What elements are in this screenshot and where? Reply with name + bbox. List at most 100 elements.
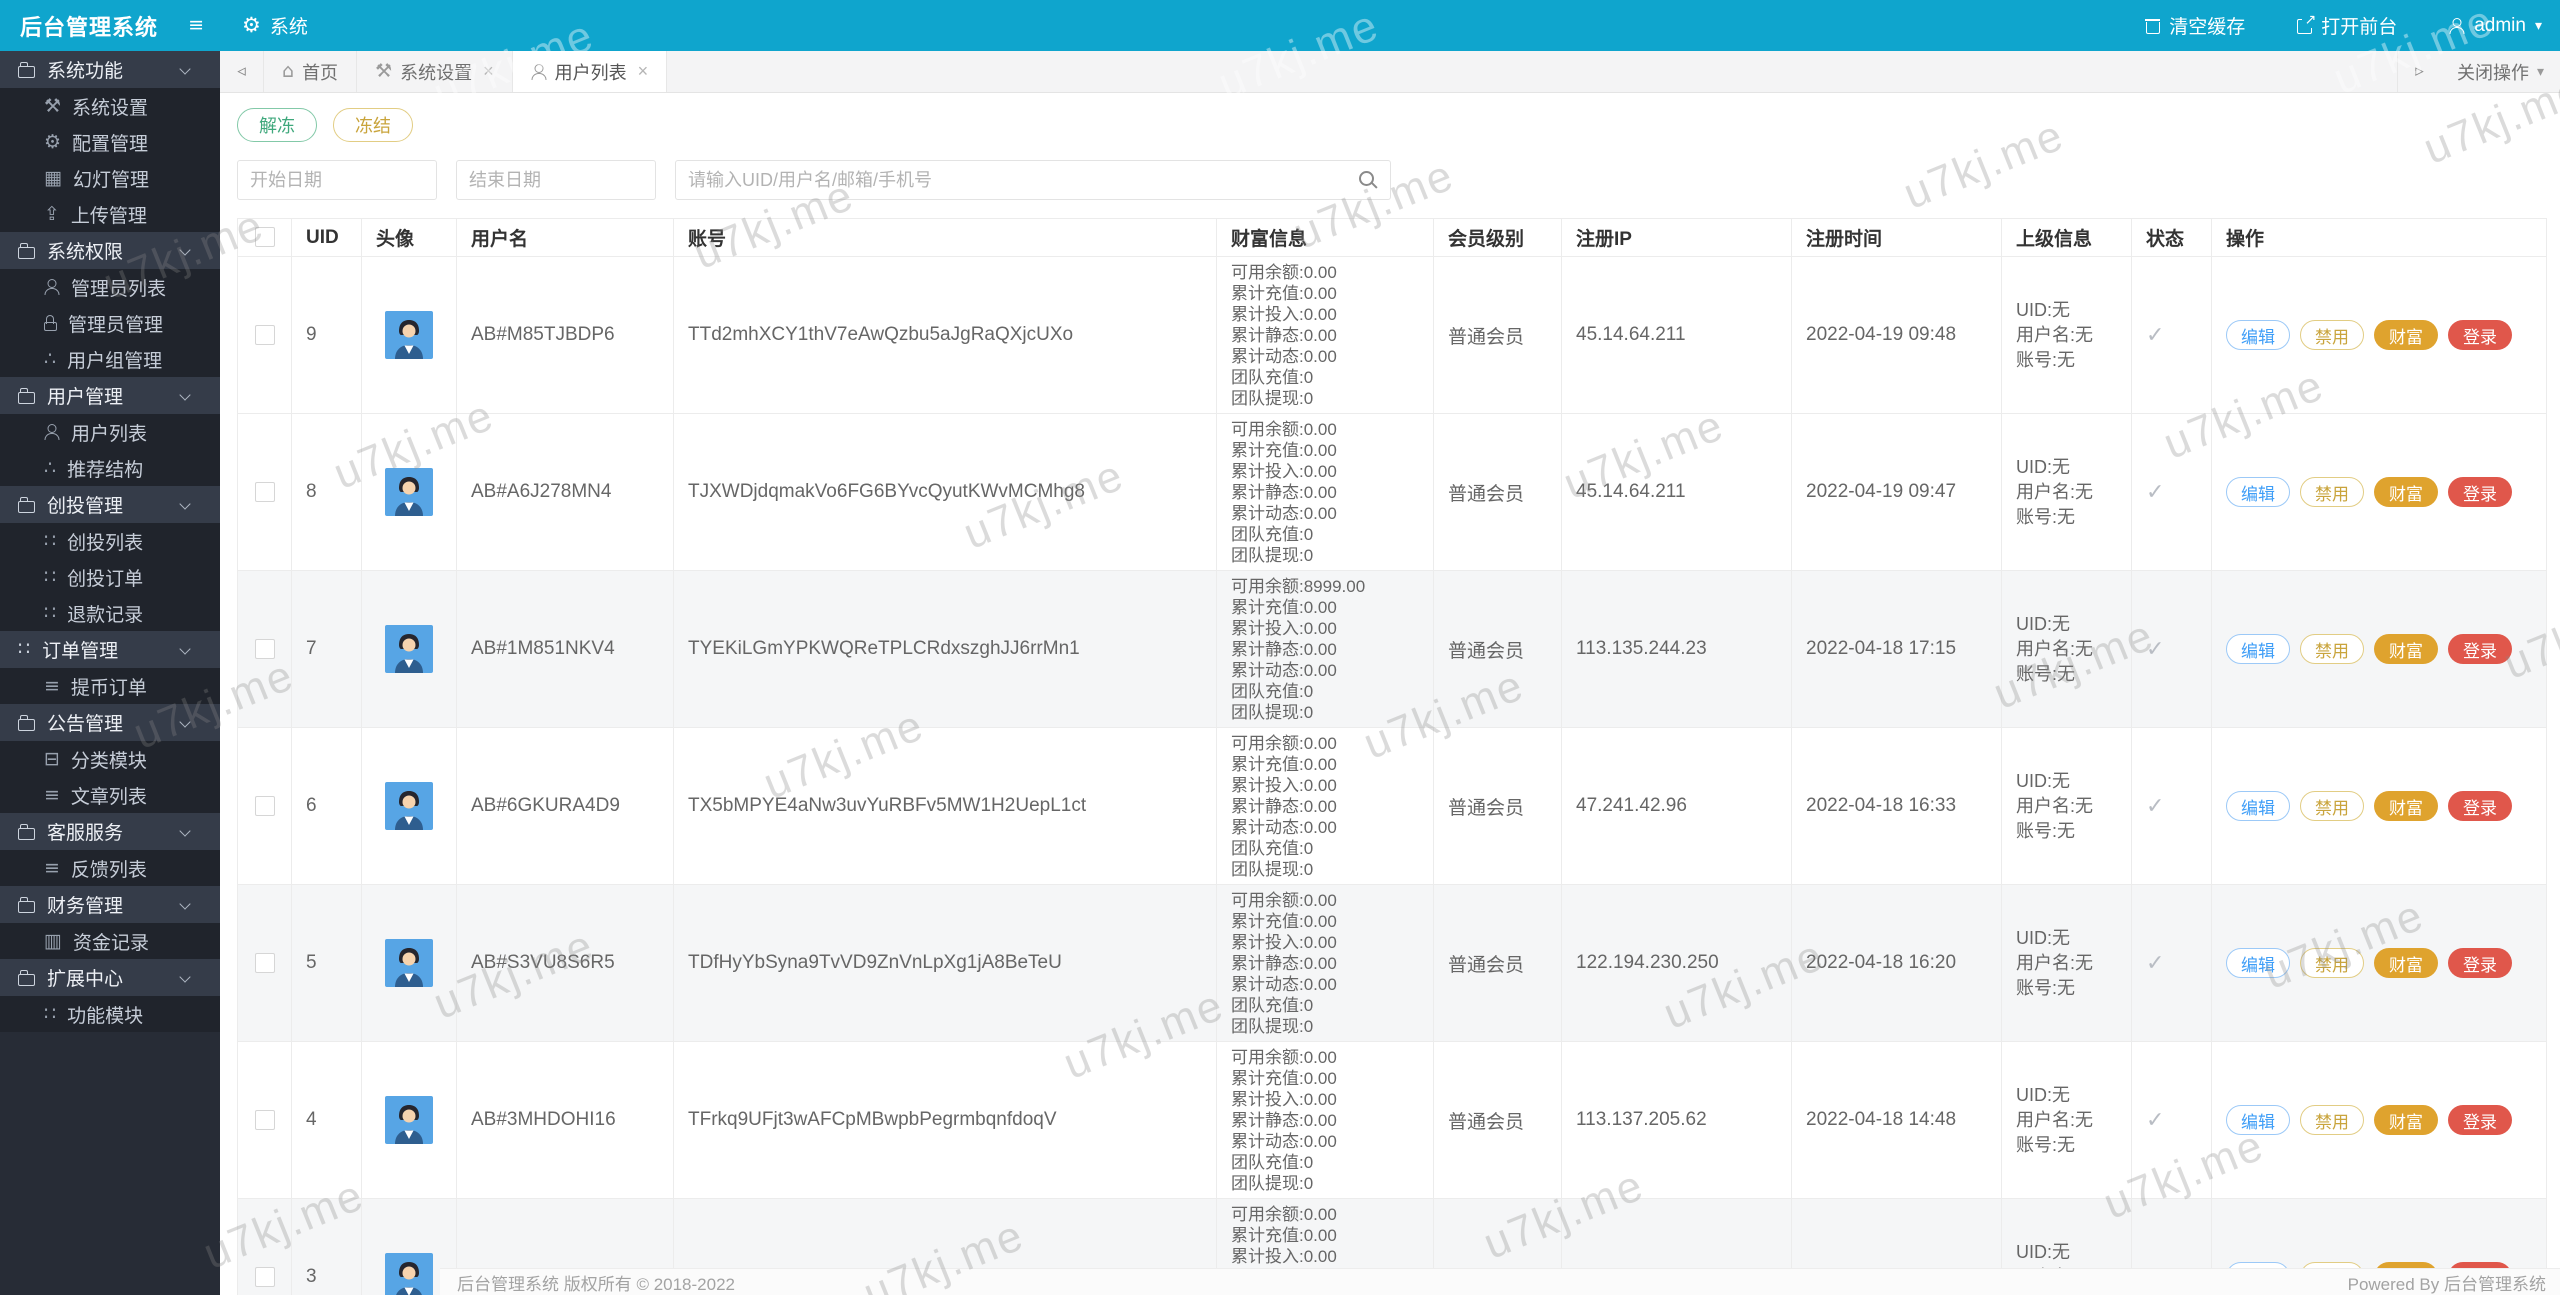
username-cell: AB#6GKURA4D9	[456, 727, 674, 885]
tab-用户列表[interactable]: 用户列表 ×	[512, 51, 668, 92]
row-checkbox[interactable]	[254, 481, 275, 502]
wealth-line: 团队提现:0	[1231, 545, 1314, 565]
row-checkbox[interactable]	[254, 952, 275, 973]
account-cell: TYEKiLGmYPKWQReTPLCRdxszghJJ6rrMn1	[673, 570, 1217, 728]
sidebar-section-label: 系统功能	[47, 61, 124, 82]
filter-bar	[237, 160, 2546, 200]
sidebar-item[interactable]: 用户列表	[0, 414, 220, 450]
edit-button[interactable]: 编辑	[2226, 948, 2290, 978]
wealth-button[interactable]: 财富	[2374, 1105, 2438, 1135]
wealth-button[interactable]: 财富	[2374, 477, 2438, 507]
tabs-scroll-left-button[interactable]: ◃	[220, 51, 264, 92]
chevron-down-icon	[180, 65, 192, 75]
wealth-line: 累计充值:0.00	[1231, 597, 1337, 617]
edit-button[interactable]: 编辑	[2226, 1105, 2290, 1135]
user-menu[interactable]: admin ▾	[2449, 15, 2542, 37]
sidebar-item[interactable]: 管理员列表	[0, 269, 220, 305]
sidebar-item[interactable]: ∴ 用户组管理	[0, 341, 220, 377]
disable-button[interactable]: 禁用	[2300, 634, 2364, 664]
sidebar-item-label: 功能模块	[67, 1005, 144, 1027]
unfreeze-button[interactable]: 解冻	[237, 108, 317, 142]
sidebar-section[interactable]: ∷ 订单管理	[0, 631, 220, 668]
edit-button[interactable]: 编辑	[2226, 791, 2290, 821]
sidebar-item[interactable]: ⇪ 上传管理	[0, 196, 220, 232]
sidebar-item[interactable]: ▦ 幻灯管理	[0, 160, 220, 196]
tab-label: 系统设置	[400, 62, 473, 83]
open-frontend-button[interactable]: 打开前台	[2297, 11, 2397, 39]
row-checkbox[interactable]	[254, 795, 275, 816]
sidebar-item[interactable]: ▥ 资金记录	[0, 923, 220, 959]
login-button[interactable]: 登录	[2448, 948, 2512, 978]
wealth-line: 团队提现:0	[1231, 388, 1314, 408]
select-all-checkbox[interactable]	[254, 227, 275, 248]
login-button[interactable]: 登录	[2448, 1105, 2512, 1135]
tab-首页[interactable]: ⌂ 首页	[264, 51, 358, 92]
close-operations-dropdown[interactable]: 关闭操作 ▾	[2441, 51, 2560, 92]
login-button[interactable]: 登录	[2448, 477, 2512, 507]
wealth-button[interactable]: 财富	[2374, 791, 2438, 821]
edit-button[interactable]: 编辑	[2226, 320, 2290, 350]
wealth-button[interactable]: 财富	[2374, 320, 2438, 350]
clear-cache-button[interactable]: 清空缓存	[2145, 12, 2245, 39]
sidebar-item[interactable]: ∷ 退款记录	[0, 595, 220, 631]
sidebar-section[interactable]: 公告管理	[0, 704, 220, 741]
sidebar-section[interactable]: 客服服务	[0, 813, 220, 850]
disable-button[interactable]: 禁用	[2300, 477, 2364, 507]
sidebar-item[interactable]: ∷ 创投订单	[0, 559, 220, 595]
disable-button[interactable]: 禁用	[2300, 1105, 2364, 1135]
row-checkbox[interactable]	[254, 638, 275, 659]
disable-button[interactable]: 禁用	[2300, 320, 2364, 350]
row-checkbox[interactable]	[254, 324, 275, 345]
freeze-button[interactable]: 冻结	[333, 108, 413, 142]
tab-系统设置[interactable]: ⚒ 系统设置 ×	[357, 51, 513, 92]
sidebar-section[interactable]: 用户管理	[0, 377, 220, 414]
wealth-button[interactable]: 财富	[2374, 948, 2438, 978]
sidebar-section[interactable]: 扩展中心	[0, 959, 220, 996]
search-input[interactable]	[675, 160, 1391, 200]
sidebar-item[interactable]: ∴ 推荐结构	[0, 450, 220, 486]
sidebar-section[interactable]: 创投管理	[0, 486, 220, 523]
end-date-input[interactable]	[456, 160, 656, 200]
search-button[interactable]	[1348, 163, 1388, 197]
sidebar-item[interactable]: ⊟ 分类模块	[0, 741, 220, 777]
wealth-line: 累计动态:0.00	[1231, 817, 1337, 837]
register-ip-cell: 45.14.64.211	[1561, 413, 1792, 571]
inbox-icon: ⊟	[44, 747, 60, 770]
table-row: 9 AB#M85TJBDP6 TTd2mhXCY1thV7eAwQzbu5aJgRa…	[237, 256, 2547, 414]
status-cell: ✓	[2131, 413, 2212, 571]
hamburger-menu-icon[interactable]: ≡	[188, 16, 204, 35]
sidebar-section[interactable]: 系统功能	[0, 51, 220, 88]
sidebar-section[interactable]: 财务管理	[0, 886, 220, 923]
sidebar-item[interactable]: ≡ 反馈列表	[0, 850, 220, 886]
edit-button[interactable]: 编辑	[2226, 634, 2290, 664]
tabs-scroll-right-button[interactable]: ▹	[2396, 51, 2441, 92]
breadcrumb[interactable]: ⚙ 系统	[242, 12, 308, 39]
chevron-down-icon	[180, 645, 192, 655]
login-button[interactable]: 登录	[2448, 320, 2512, 350]
wealth-line: 累计投入:0.00	[1231, 304, 1337, 324]
disable-button[interactable]: 禁用	[2300, 948, 2364, 978]
wealth-line: 累计静态:0.00	[1231, 639, 1337, 659]
wealth-line: 累计动态:0.00	[1231, 346, 1337, 366]
sidebar-item[interactable]: ∷ 功能模块	[0, 996, 220, 1032]
table-row: 8 AB#A6J278MN4 TJXWDjdqmakVo6FG6BYvcQyutKW…	[237, 413, 2547, 571]
status-cell: ✓	[2131, 727, 2212, 885]
sidebar-item[interactable]: ⚙ 配置管理	[0, 124, 220, 160]
sidebar-item[interactable]: ≡ 文章列表	[0, 777, 220, 813]
sidebar-item[interactable]: ≡ 提币订单	[0, 668, 220, 704]
barcode-icon: ▥	[44, 929, 62, 952]
sidebar-item[interactable]: ∷ 创投列表	[0, 523, 220, 559]
sidebar-item[interactable]: 管理员管理	[0, 305, 220, 341]
row-checkbox[interactable]	[254, 1109, 275, 1130]
start-date-input[interactable]	[237, 160, 437, 200]
close-tab-icon[interactable]: ×	[483, 61, 494, 82]
login-button[interactable]: 登录	[2448, 791, 2512, 821]
disable-button[interactable]: 禁用	[2300, 791, 2364, 821]
sidebar-section[interactable]: 系统权限	[0, 232, 220, 269]
close-tab-icon[interactable]: ×	[638, 61, 649, 82]
sidebar-item[interactable]: ⚒ 系统设置	[0, 88, 220, 124]
wealth-button[interactable]: 财富	[2374, 634, 2438, 664]
row-checkbox[interactable]	[254, 1266, 275, 1287]
login-button[interactable]: 登录	[2448, 634, 2512, 664]
edit-button[interactable]: 编辑	[2226, 477, 2290, 507]
